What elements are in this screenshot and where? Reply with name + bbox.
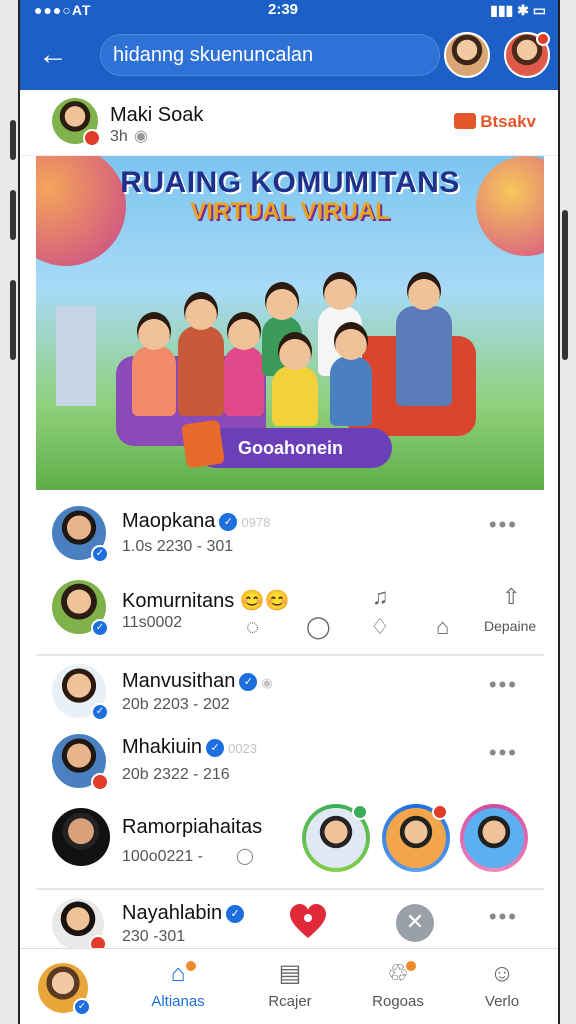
- share-icon[interactable]: ⇧: [502, 584, 520, 610]
- join-button[interactable]: Gooahonein: [181, 419, 392, 469]
- list-item[interactable]: Ramorpiahaitas 100o0221 - ◯: [36, 800, 544, 886]
- story-thumbnail[interactable]: [460, 804, 528, 872]
- list-item-name: Mhakiuin: [122, 736, 203, 758]
- more-icon[interactable]: •••: [489, 740, 518, 766]
- battery-icon: ▮▮▮ ✱ ▭: [490, 2, 546, 18]
- banner-title: RUAING KOMUMITANS: [120, 166, 460, 199]
- tab-notifications[interactable]: ♲ Rogoas: [358, 959, 438, 1010]
- avatar[interactable]: ✓: [52, 664, 109, 721]
- home-icon: ⌂: [138, 959, 218, 989]
- post-author[interactable]: Maki Soak: [110, 104, 203, 127]
- list-item-meta: 100o0221 -: [122, 848, 203, 865]
- loading-icon: ◯: [236, 848, 254, 865]
- person-graphic: [132, 312, 176, 416]
- person-graphic: [224, 312, 264, 416]
- person-graphic: [272, 332, 318, 426]
- tab-home[interactable]: ⌂ Altianas: [138, 959, 218, 1010]
- verified-badge: ✓: [91, 703, 109, 721]
- divider: [36, 888, 544, 890]
- arrow-left-icon[interactable]: ←: [38, 38, 68, 72]
- person-graphic: [178, 292, 224, 416]
- notification-badge: [536, 32, 550, 46]
- avatar[interactable]: [52, 734, 109, 791]
- verified-badge: ✓: [91, 545, 109, 563]
- music-icon[interactable]: ♫: [372, 584, 389, 610]
- status-badge: [83, 129, 101, 147]
- verified-icon: ✓: [219, 513, 238, 531]
- person-graphic: [396, 272, 452, 406]
- status-bar: ●●●○AT 2:39 ▮▮▮ ✱ ▭: [20, 0, 558, 20]
- person-graphic: [330, 322, 372, 426]
- app-bar: ← hidanng skuenuncalan: [20, 20, 558, 90]
- list-item-name: Komurnitans: [122, 590, 235, 612]
- post-header: Maki Soak 3h ◉ Btsakv: [20, 90, 558, 156]
- avatar[interactable]: [504, 32, 550, 78]
- list-item-name: Ramorpiahaitas: [122, 816, 263, 838]
- heart-icon[interactable]: [288, 902, 328, 942]
- avatar[interactable]: [52, 808, 110, 866]
- more-icon[interactable]: •••: [489, 512, 518, 538]
- chat-icon[interactable]: ◯: [306, 614, 331, 640]
- verified-badge: ✓: [73, 998, 91, 1016]
- list-item-name: Nayahlabin: [122, 902, 223, 924]
- emoji-icon: 😊😊: [239, 590, 290, 612]
- status-badge: [91, 773, 109, 791]
- divider: [36, 654, 544, 656]
- bookmark-icon[interactable]: ⌂: [436, 614, 449, 640]
- notification-badge: [404, 959, 418, 973]
- avatar[interactable]: ✓: [52, 580, 109, 637]
- share-label[interactable]: Depaine: [484, 618, 536, 634]
- bell-icon: ♲: [358, 959, 438, 989]
- profile-icon: ☺: [489, 960, 515, 987]
- search-input[interactable]: hidanng skuenuncalan: [100, 34, 440, 76]
- banner-subtitle: VIRTUAL VIRUAL: [190, 198, 390, 225]
- post-meta: 3h: [110, 128, 128, 145]
- like-icon[interactable]: ♢: [370, 614, 390, 640]
- verified-icon: ✓: [226, 905, 245, 923]
- globe-icon: ◉: [134, 128, 148, 145]
- tag-icon: [454, 113, 477, 129]
- avatar[interactable]: [52, 98, 101, 147]
- avatar[interactable]: [52, 898, 107, 953]
- notification-badge: [184, 959, 198, 973]
- story-thumbnail[interactable]: [302, 804, 370, 872]
- tag-button[interactable]: Btsakv: [454, 112, 536, 132]
- list-item[interactable]: ✓ Maopkana ✓ 0978 1.0s 2230 - 301 •••: [36, 500, 544, 576]
- tab-news[interactable]: ▤ Rcajer: [250, 959, 330, 1010]
- list-item-meta: 230 -301: [122, 928, 186, 945]
- phone-screen: ●●●○AT 2:39 ▮▮▮ ✱ ▭ ← hidanng skuenuncal…: [18, 0, 560, 1024]
- building-graphic: [56, 306, 96, 406]
- more-icon[interactable]: •••: [489, 904, 518, 930]
- signal-indicator: ●●●○AT: [34, 2, 92, 18]
- verified-icon: ✓: [239, 673, 258, 691]
- bottom-tab-bar: ✓ ⌂ Altianas ▤ Rcajer ♲ Rogoas ☺ Verlo: [20, 948, 558, 1024]
- verified-badge: ✓: [91, 619, 109, 637]
- list-item-meta: 1.0s 2230 - 301: [122, 538, 234, 555]
- comment-icon[interactable]: ◌: [246, 614, 259, 640]
- close-icon[interactable]: ✕: [396, 904, 434, 942]
- list-item-meta: 11s0002: [122, 614, 183, 631]
- clock: 2:39: [268, 1, 299, 18]
- list-item[interactable]: Mhakiuin ✓ 0023 20b 2322 - 216 •••: [36, 730, 544, 800]
- list-item-name: Maopkana: [122, 510, 216, 532]
- tab-profile[interactable]: ☺ Verlo: [462, 959, 542, 1010]
- list-item-name: Manvusithan: [122, 670, 236, 692]
- profile-avatar[interactable]: ✓: [38, 963, 91, 1016]
- more-icon[interactable]: •••: [489, 672, 518, 698]
- avatar[interactable]: ✓: [52, 506, 109, 563]
- news-icon: ▤: [278, 960, 302, 987]
- list-item[interactable]: ✓ Manvusithan ✓ ◉ 20b 2203 - 202 •••: [36, 660, 544, 730]
- avatar[interactable]: [444, 32, 490, 78]
- cube-icon: [181, 419, 225, 469]
- verified-icon: ✓: [206, 739, 225, 757]
- story-thumbnail[interactable]: [382, 804, 450, 872]
- list-item-meta: 20b 2322 - 216: [122, 766, 230, 783]
- post-banner-image[interactable]: RUAING KOMUMITANS VIRTUAL VIRUAL Gooahon…: [36, 156, 544, 490]
- list-item[interactable]: ✓ Komurnitans 😊😊 11s0002 ♫ ◌ ◯ ♢ ⌂ ⇧ Dep…: [36, 574, 544, 654]
- list-item-meta: 20b 2203 - 202: [122, 696, 230, 713]
